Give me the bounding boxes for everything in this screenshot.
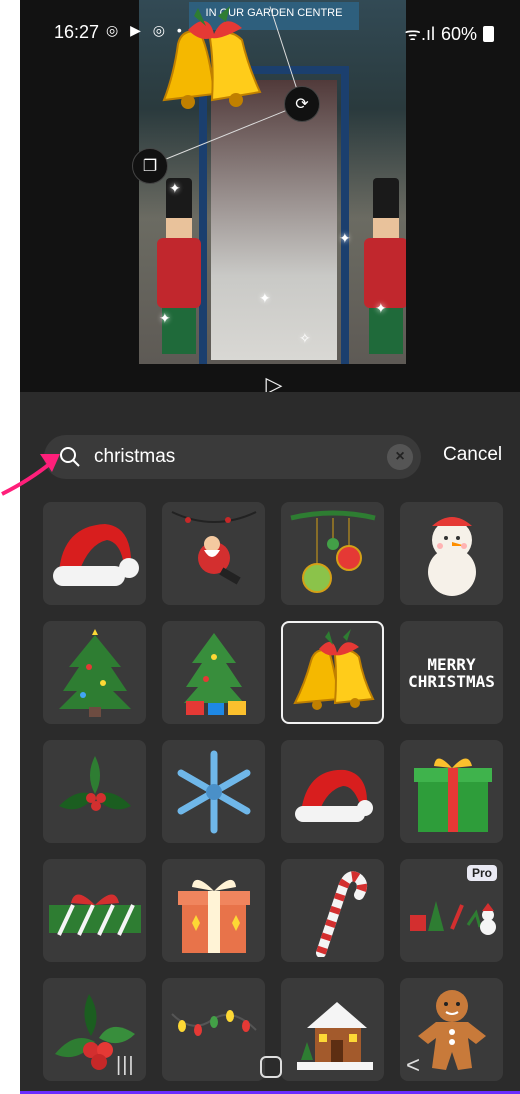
battery-icon <box>483 26 494 42</box>
sparkle-icon: ✦ <box>339 230 351 246</box>
sticker-candy-cane[interactable] <box>281 859 384 962</box>
sticker-santa-hat-small[interactable] <box>281 740 384 843</box>
back-button[interactable]: < <box>406 1052 420 1080</box>
ornaments-icon <box>289 510 376 593</box>
sticker-ribbon-wrap[interactable] <box>43 859 146 962</box>
santa-swing-icon <box>171 510 256 584</box>
rotate-handle-icon[interactable]: ⟳ <box>284 86 320 122</box>
sparkle-icon: ✧ <box>299 330 311 346</box>
holly-icon <box>58 755 131 811</box>
sticker-snowman[interactable] <box>400 502 503 605</box>
search-bar-row: christmas × Cancel <box>20 392 520 500</box>
snowflake-icon <box>177 750 250 833</box>
sticker-holly[interactable] <box>43 740 146 843</box>
sticker-gift-box-orange[interactable] <box>162 859 265 962</box>
sticker-christmas-bells[interactable] <box>281 621 384 724</box>
santa-hat-icon <box>52 523 139 586</box>
sticker-merry-christmas-text[interactable]: MERRY CHRISTMAS <box>400 621 503 724</box>
candy-cane-icon <box>315 870 367 957</box>
sparkle-icon: ✦ <box>159 310 171 326</box>
christmas-tree-icon <box>58 628 131 717</box>
sparkle-icon: ✦ <box>169 180 181 196</box>
sticker-ornaments[interactable] <box>281 502 384 605</box>
merry-christmas-label: MERRY CHRISTMAS <box>408 654 495 691</box>
sticker-christmas-tree-presents[interactable] <box>162 621 265 724</box>
nutcracker-left <box>153 178 205 358</box>
notification-icons: ◎ ▶ ◎ • <box>106 22 186 38</box>
gift-box-icon <box>413 757 492 832</box>
sticker-santa-swing[interactable] <box>162 502 265 605</box>
ribbon-icon <box>48 893 141 936</box>
layer-handle-icon[interactable]: ❐ <box>132 148 168 184</box>
sticker-grid: MERRY CHRISTMAS Pro <box>20 500 520 1094</box>
tree-with-presents-icon <box>183 632 246 715</box>
sticker-gift-box-green[interactable] <box>400 740 503 843</box>
gift-box-icon <box>177 879 250 953</box>
santa-hat-icon <box>294 769 373 822</box>
cancel-button[interactable]: Cancel <box>443 444 502 466</box>
christmas-bells-icon <box>292 628 375 710</box>
sticker-snowflake[interactable] <box>162 740 265 843</box>
sparkle-icon: ✦ <box>375 300 387 316</box>
clear-search-icon[interactable]: × <box>387 444 413 470</box>
annotation-arrow <box>1 454 60 496</box>
sparkle-icon: ✦ <box>259 290 271 306</box>
clock: 16:27 <box>54 22 100 42</box>
search-field[interactable]: christmas × <box>44 435 421 479</box>
sticker-christmas-set[interactable]: Pro <box>400 859 503 962</box>
sticker-santa-hat[interactable] <box>43 502 146 605</box>
battery-percent: 60% <box>440 23 477 44</box>
system-indicators: ᯤ.ıl 60% <box>405 22 494 46</box>
snowman-icon <box>427 516 476 596</box>
sticker-christmas-tree[interactable] <box>43 621 146 724</box>
system-nav-bar: ||| < <box>20 1048 520 1088</box>
nutcracker-right <box>360 178 406 358</box>
recent-apps-button[interactable]: ||| <box>116 1054 135 1077</box>
home-button[interactable] <box>260 1056 282 1078</box>
phone-screen: 16:27 ◎ ▶ ◎ • ᯤ.ıl 60% IN OUR GARDEN CEN… <box>20 0 520 1094</box>
wifi-signal-icon: ᯤ.ıl <box>404 24 435 44</box>
pro-badge: Pro <box>466 865 497 881</box>
status-bar: 16:27 ◎ ▶ ◎ • ᯤ.ıl 60% <box>20 0 520 60</box>
search-input[interactable]: christmas <box>94 435 374 479</box>
